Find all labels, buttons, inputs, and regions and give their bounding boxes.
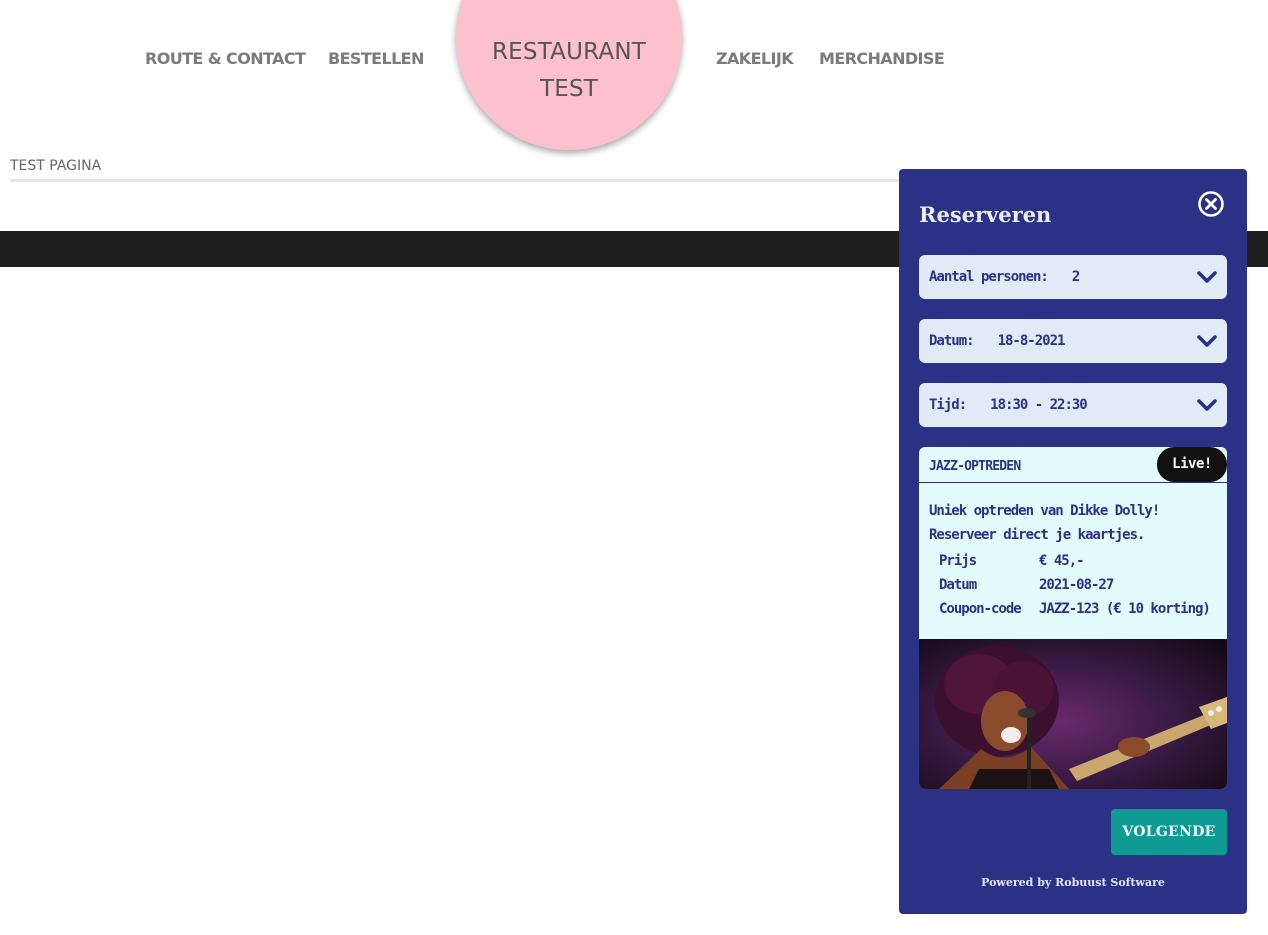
next-button[interactable]: VOLGENDE [1111,809,1227,855]
chevron-down-icon [1197,399,1217,411]
nav-route-contact[interactable]: ROUTE & CONTACT [145,49,306,68]
chevron-down-icon [1197,271,1217,283]
persons-select[interactable]: Aantal personen: 2 [919,255,1227,299]
page-title: TEST PAGINA [10,158,102,174]
time-value: 18:30 - 22:30 [990,397,1088,413]
event-card[interactable]: JAZZ-OPTREDEN Live! Uniek optreden van D… [919,447,1227,789]
detail-value: € 45,- [1039,553,1085,569]
event-header: JAZZ-OPTREDEN Live! [919,447,1227,483]
date-select[interactable]: Datum: 18-8-2021 [919,319,1227,363]
logo-line-2: TEST [539,76,599,102]
date-value: 18-8-2021 [997,333,1066,349]
detail-value: 2021-08-27 [1039,577,1114,593]
persons-value: 2 [1071,269,1081,285]
detail-value: JAZZ-123 (€ 10 korting) [1039,601,1211,617]
event-name: JAZZ-OPTREDEN [929,459,1021,474]
detail-key: Coupon-code [939,601,1022,617]
time-select[interactable]: Tijd: 18:30 - 22:30 [919,383,1227,427]
chevron-down-icon [1197,335,1217,347]
event-description: Uniek optreden van Dikke Dolly! Reservee… [929,503,1160,543]
date-label: Datum: [929,333,975,349]
detail-row-price: Prijs € 45,- [939,553,1085,569]
detail-key: Prijs [939,553,977,569]
close-circle-icon[interactable] [1197,190,1225,218]
nav-zakelijk[interactable]: ZAKELIJK [716,49,794,68]
nav-merchandise[interactable]: MERCHANDISE [819,49,945,68]
logo-line-1: RESTAURANT [492,39,646,65]
widget-title: Reserveren [919,202,1052,227]
event-photo [919,639,1227,789]
detail-key: Datum [939,577,977,593]
nav-bestellen[interactable]: BESTELLEN [328,49,424,68]
time-label: Tijd: [929,397,967,413]
powered-by[interactable]: Powered by Robuust Software [899,876,1247,889]
live-badge: Live! [1157,447,1227,482]
detail-row-coupon: Coupon-code JAZZ-123 (€ 10 korting) [939,601,1211,617]
reservation-widget: Reserveren Aantal personen: 2 Datum: 18-… [899,169,1247,914]
title-divider [10,179,910,182]
persons-label: Aantal personen: [929,269,1049,285]
logo[interactable]: RESTAURANT TEST [456,0,682,150]
detail-row-date: Datum 2021-08-27 [939,577,1114,593]
